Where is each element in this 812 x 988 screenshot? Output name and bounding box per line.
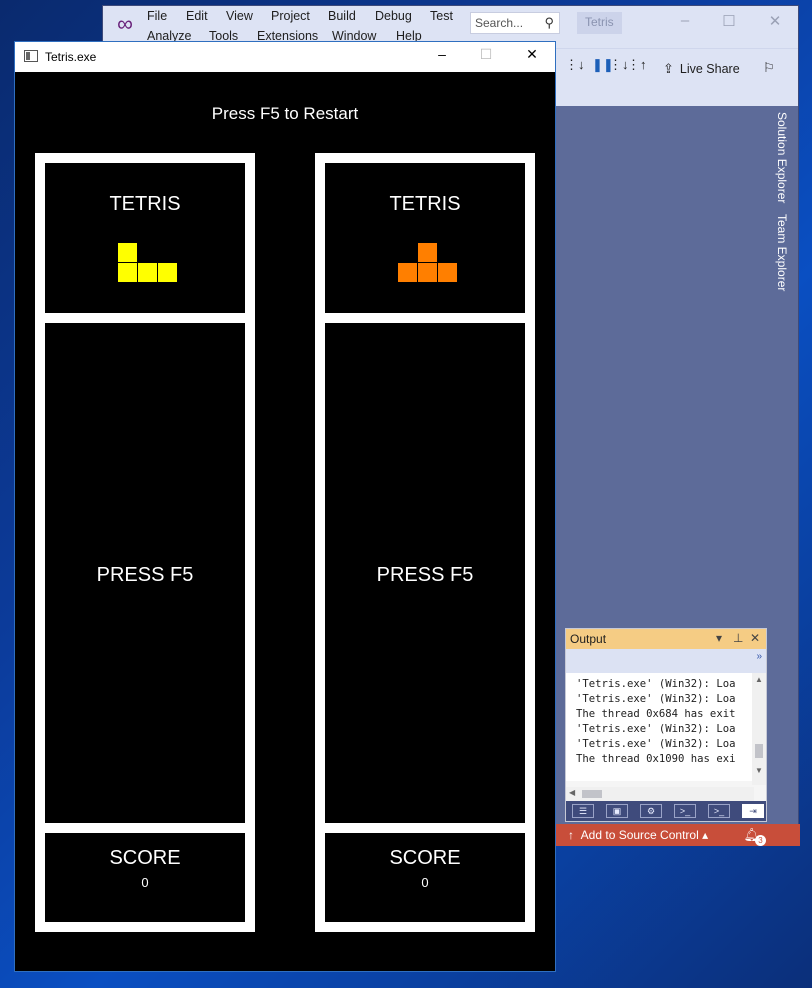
tetris-title-bar[interactable]: Tetris.exe – ☐ ✕	[15, 42, 555, 72]
live-share-button[interactable]: ⇪ Live Share	[663, 61, 740, 77]
output-vertical-scrollbar[interactable]: ▲ ▼	[752, 673, 766, 785]
source-control-label: Add to Source Control	[580, 828, 699, 842]
output-text[interactable]: 'Tetris.exe' (Win32): Loa 'Tetris.exe' (…	[566, 673, 754, 781]
menu-build[interactable]: Build	[328, 9, 356, 23]
score-panel: SCORE 0	[45, 833, 245, 922]
step-out-icon[interactable]: ⋮↑	[627, 57, 647, 73]
error-list-tab-icon[interactable]: ☰	[572, 804, 594, 818]
score-label: SCORE	[109, 847, 181, 869]
feedback-icon[interactable]: ⚐	[763, 60, 775, 76]
next-piece-panel: TETRIS	[45, 163, 245, 313]
next-piece-panel: TETRIS	[325, 163, 525, 313]
output-line: The thread 0x1090 has exi	[576, 753, 736, 765]
solution-explorer-tab[interactable]: Solution Explorer	[775, 112, 789, 203]
menu-project[interactable]: Project	[271, 9, 310, 23]
output-line: 'Tetris.exe' (Win32): Loa	[576, 723, 736, 735]
piece-cell	[418, 263, 437, 282]
vs-maximize-icon[interactable]: ☐	[719, 12, 739, 30]
player-board-2: TETRIS PRESS F5 SCORE 0	[315, 153, 535, 932]
package-manager-tab-icon[interactable]: ▣	[606, 804, 628, 818]
output-tab-icon[interactable]: ⇥	[742, 804, 764, 818]
terminal-tab-icon[interactable]: >_	[674, 804, 696, 818]
search-placeholder: Search...	[475, 16, 524, 30]
piece-cell	[138, 263, 157, 282]
piece-cell	[398, 263, 417, 282]
score-panel: SCORE 0	[325, 833, 525, 922]
scroll-thumb[interactable]	[755, 744, 763, 758]
game-area[interactable]: Press F5 to Restart TETRIS PRESS F5 SCOR…	[15, 72, 555, 971]
tetris-window: Tetris.exe – ☐ ✕ Press F5 to Restart TET…	[14, 41, 556, 972]
score-value: 0	[421, 875, 429, 890]
output-horizontal-scrollbar[interactable]: ◀	[566, 787, 754, 801]
minimize-icon[interactable]: –	[427, 46, 457, 68]
share-icon: ⇪	[663, 61, 674, 76]
vs-close-icon[interactable]: ✕	[765, 12, 785, 30]
playfield: PRESS F5	[325, 323, 525, 823]
step-over-icon[interactable]: ⋮↓	[565, 57, 585, 73]
output-toolbar: »	[566, 649, 766, 673]
overflow-icon[interactable]: »	[756, 651, 762, 662]
team-explorer-tab[interactable]: Team Explorer	[775, 214, 789, 291]
source-control-button[interactable]: ↑ Add to Source Control ▴	[568, 828, 708, 842]
maximize-icon[interactable]: ☐	[471, 46, 501, 68]
scroll-down-icon[interactable]: ▼	[755, 766, 763, 775]
output-header: Output ▾ ⊥ ✕	[566, 629, 766, 649]
vs-search-box[interactable]: Search... ⚲	[470, 12, 560, 34]
vs-minimize-icon[interactable]: –	[675, 12, 695, 29]
menu-test[interactable]: Test	[430, 9, 453, 23]
piece-cell	[438, 263, 457, 282]
menu-file[interactable]: File	[147, 9, 167, 23]
close-icon[interactable]: ✕	[750, 631, 760, 645]
pin-icon[interactable]: ⊥	[733, 631, 743, 645]
output-line: 'Tetris.exe' (Win32): Loa	[576, 738, 736, 750]
app-window-icon	[24, 50, 38, 62]
visual-studio-logo-icon: ∞	[117, 11, 133, 36]
player-board-1: TETRIS PRESS F5 SCORE 0	[35, 153, 255, 932]
output-line: 'Tetris.exe' (Win32): Loa	[576, 678, 736, 690]
score-value: 0	[141, 875, 149, 890]
piece-cell	[118, 243, 137, 262]
piece-cell	[418, 243, 437, 262]
vs-status-bar: ↑ Add to Source Control ▴ 🔔︎ 3	[556, 824, 800, 846]
scroll-thumb[interactable]	[582, 790, 602, 798]
dropdown-icon[interactable]: ▾	[716, 631, 722, 645]
live-share-label: Live Share	[679, 62, 740, 76]
score-label: SCORE	[389, 847, 461, 869]
output-line: The thread 0x684 has exit	[576, 708, 736, 720]
scroll-left-icon[interactable]: ◀	[569, 788, 575, 797]
diagnostics-tab-icon[interactable]: ⚙	[640, 804, 662, 818]
output-panel: Output ▾ ⊥ ✕ » 'Tetris.exe' (Win32): Loa…	[565, 628, 767, 822]
output-title: Output	[570, 632, 607, 646]
menu-debug[interactable]: Debug	[375, 9, 412, 23]
restart-hint: Press F5 to Restart	[211, 104, 359, 123]
command-window-tab-icon[interactable]: >_	[708, 804, 730, 818]
next-label: TETRIS	[389, 193, 461, 215]
menu-edit[interactable]: Edit	[186, 9, 208, 23]
tool-window-tabs: ☰ ▣ ⚙ >_ >_ ⇥	[566, 801, 766, 821]
playfield: PRESS F5	[45, 323, 245, 823]
search-icon: ⚲	[544, 15, 554, 30]
output-line: 'Tetris.exe' (Win32): Loa	[576, 693, 736, 705]
window-title: Tetris.exe	[45, 50, 97, 64]
next-label: TETRIS	[109, 193, 181, 215]
solution-name: Tetris	[577, 12, 622, 34]
press-f5-text: PRESS F5	[96, 564, 194, 586]
menu-view[interactable]: View	[226, 9, 253, 23]
close-icon[interactable]: ✕	[517, 46, 547, 68]
piece-cell	[158, 263, 177, 282]
press-f5-text: PRESS F5	[376, 564, 474, 586]
notification-count: 3	[755, 835, 766, 846]
scroll-up-icon[interactable]: ▲	[755, 675, 763, 684]
piece-cell	[118, 263, 137, 282]
step-into-icon[interactable]: ⋮↓	[609, 57, 629, 73]
